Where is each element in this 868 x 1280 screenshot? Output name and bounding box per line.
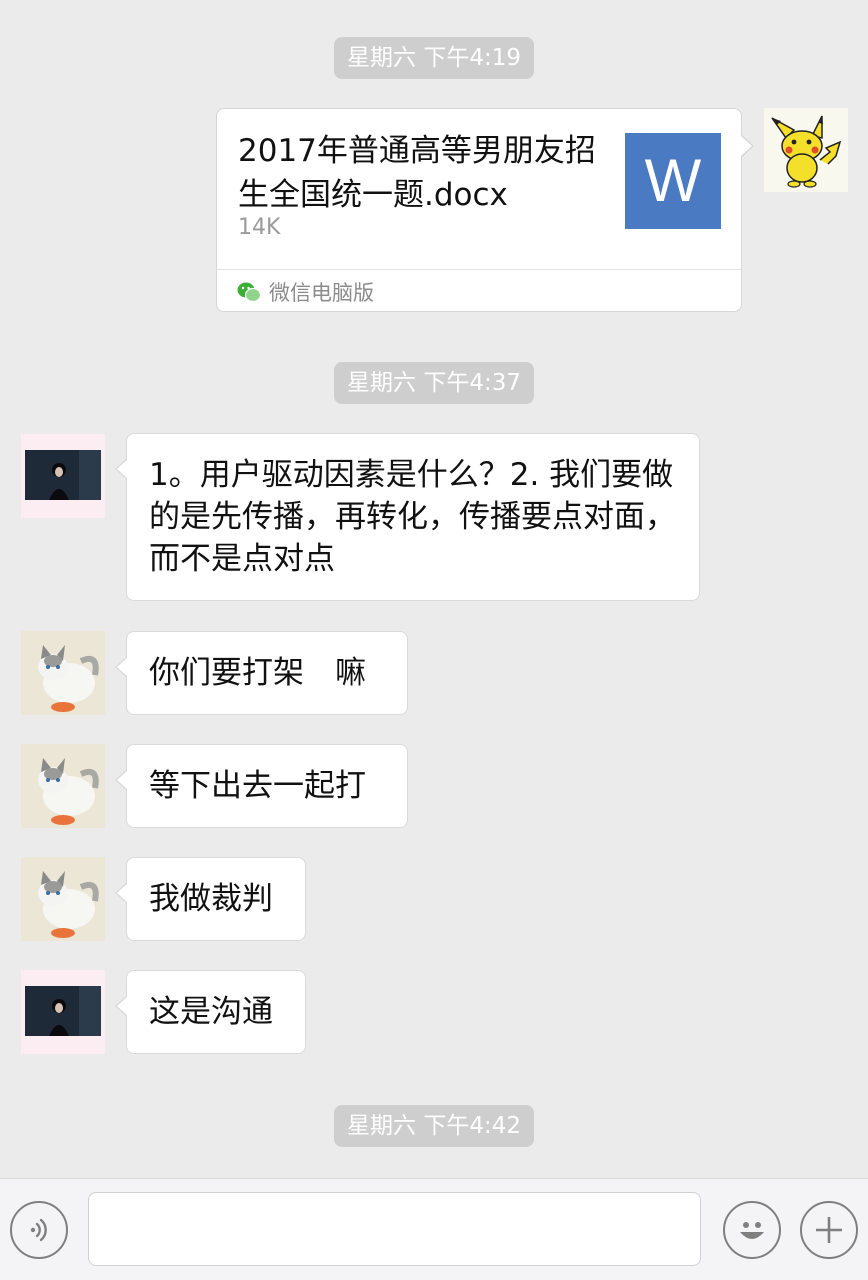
contact-avatar-cat[interactable] <box>21 744 105 828</box>
message-input[interactable] <box>88 1192 701 1266</box>
message-bubble[interactable]: 等下出去一起打 <box>115 744 408 828</box>
emoji-button[interactable] <box>723 1201 781 1259</box>
contact-avatar-dark[interactable] <box>21 434 105 518</box>
input-toolbar <box>0 1178 868 1280</box>
contact-avatar-cat[interactable] <box>21 631 105 715</box>
person-avatar-icon <box>21 434 105 518</box>
voice-button[interactable] <box>10 1201 68 1259</box>
timestamp: 星期六 下午4:37 <box>334 362 534 404</box>
file-name: 2017年普通高等男朋友招生全国统一题.docx <box>238 133 596 213</box>
message-bubble[interactable]: 1。用户驱动因素是什么？2. 我们要做的是先传播，再转化，传播要点对面，而不是点… <box>115 433 700 601</box>
person-avatar-icon <box>21 970 105 1054</box>
message-bubble[interactable]: 我做裁判 <box>115 857 306 941</box>
file-source: 微信电脑版 <box>237 277 374 307</box>
voice-icon <box>30 1218 47 1242</box>
cat-avatar-icon <box>21 744 105 828</box>
my-avatar[interactable] <box>764 108 848 192</box>
wechat-logo-icon <box>237 281 261 303</box>
file-size: 14K <box>238 215 281 240</box>
plus-icon <box>816 1217 842 1243</box>
contact-avatar-cat[interactable] <box>21 857 105 941</box>
file-source-label: 微信电脑版 <box>269 281 374 305</box>
cat-avatar-icon <box>21 631 105 715</box>
word-file-icon: W <box>625 133 721 229</box>
contact-avatar-dark[interactable] <box>21 970 105 1054</box>
emoji-icon <box>740 1222 764 1239</box>
message-bubble[interactable]: 这是沟通 <box>115 970 306 1054</box>
timestamp: 星期六 下午4:19 <box>334 37 534 79</box>
message-bubble[interactable]: 你们要打架 嘛 <box>115 631 408 715</box>
timestamp: 星期六 下午4:42 <box>334 1105 534 1147</box>
file-message-card[interactable]: 2017年普通高等男朋友招生全国统一题.docx 14K W 微信电脑版 <box>216 108 754 312</box>
pikachu-avatar-icon <box>764 108 848 192</box>
file-card-divider <box>217 269 741 270</box>
cat-avatar-icon <box>21 857 105 941</box>
more-button[interactable] <box>800 1201 858 1259</box>
